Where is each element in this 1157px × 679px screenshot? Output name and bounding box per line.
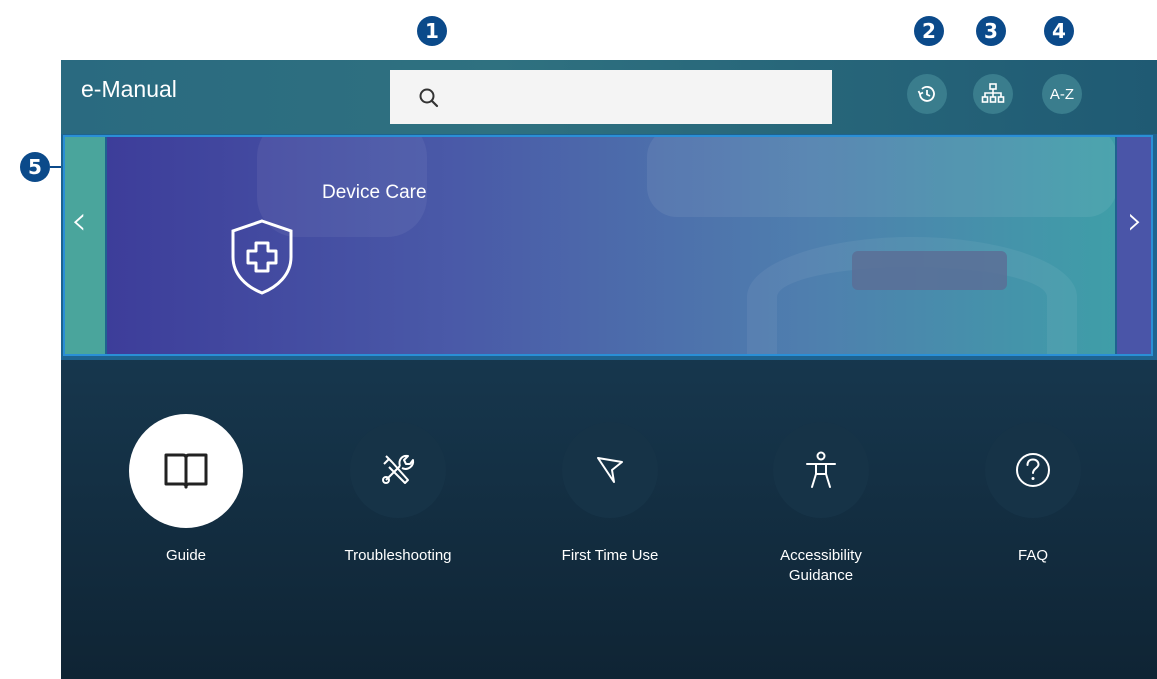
book-icon [164, 453, 208, 489]
history-icon [917, 86, 935, 102]
menu-item-accessibility-guidance[interactable]: Accessibility Guidance [756, 422, 886, 586]
accessibility-button-circle [773, 422, 869, 518]
chevron-right-icon[interactable]: › [1127, 198, 1143, 244]
callout-2: 2 [914, 16, 944, 46]
callout-4: 4 [1044, 16, 1074, 46]
tools-icon [382, 454, 415, 484]
menu-item-troubleshooting[interactable]: Troubleshooting [333, 422, 463, 566]
guide-button-circle [129, 414, 243, 528]
index-button[interactable] [973, 74, 1013, 114]
callout-1: 1 [417, 16, 447, 46]
menu-label: Troubleshooting [344, 547, 452, 564]
menu-item-faq[interactable]: FAQ [968, 422, 1098, 566]
recent-button[interactable] [907, 74, 947, 114]
emanual-screen: e-Manual A-Z Device Care ‹ › Guide Troub… [61, 60, 1157, 679]
accessibility-icon [806, 451, 836, 488]
app-title: e-Manual [81, 76, 177, 102]
a-z-button[interactable]: A-Z [1042, 74, 1082, 114]
troubleshooting-button-circle [350, 422, 446, 518]
question-icon [1016, 453, 1050, 487]
callout-3: 3 [976, 16, 1006, 46]
header-bar: e-Manual A-Z [61, 60, 1157, 134]
callout-5: 5 [20, 152, 50, 182]
menu-label: First Time Use [561, 547, 659, 564]
search-icon [419, 88, 439, 108]
menu-item-guide[interactable]: Guide [121, 414, 251, 566]
menu-label: FAQ [1017, 547, 1048, 564]
focus-frame [63, 135, 1153, 356]
faq-button-circle [985, 422, 1081, 518]
search-input[interactable] [390, 70, 832, 124]
first-time-use-button-circle [562, 422, 658, 518]
menu-item-first-time-use[interactable]: First Time Use [545, 422, 675, 566]
menu-label: Guide [165, 547, 207, 564]
chevron-left-icon[interactable]: ‹ [71, 198, 87, 244]
menu-label: Accessibility Guidance [780, 547, 862, 584]
flag-icon [597, 457, 623, 483]
a-z-label: A-Z [1049, 85, 1075, 103]
featured-banner[interactable]: Device Care [61, 134, 1157, 360]
sitemap-icon [981, 83, 1005, 103]
